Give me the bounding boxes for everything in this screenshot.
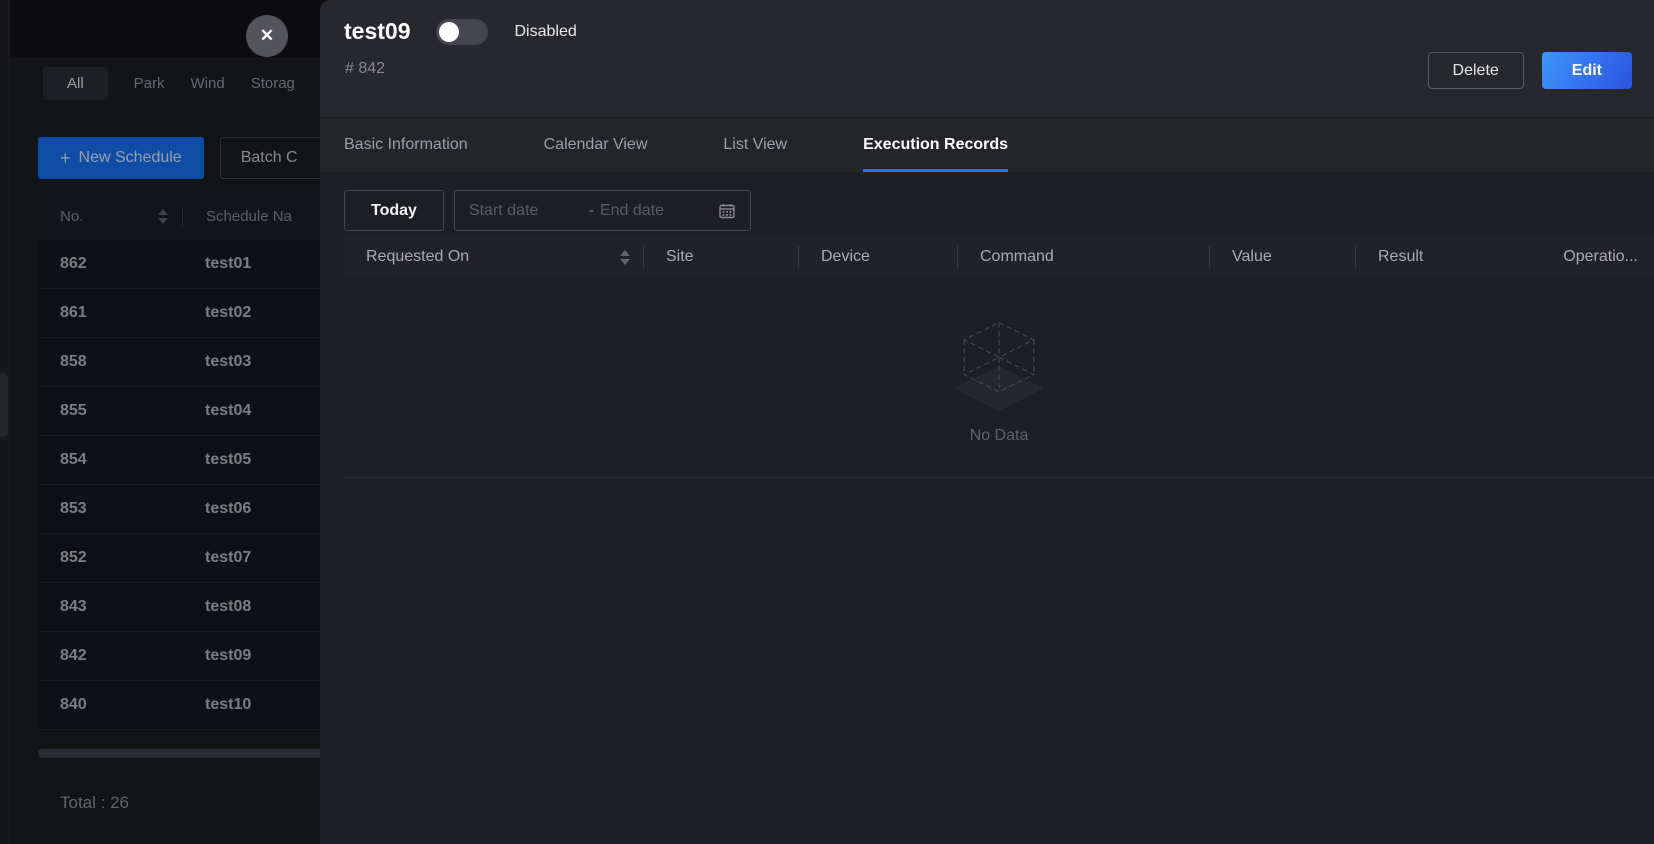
app-screen: All Park Wind Storag + New Schedule Batc… (0, 0, 1654, 844)
empty-box-icon (947, 317, 1051, 413)
column-header-command: Command (958, 237, 1210, 277)
column-header-site: Site (644, 237, 799, 277)
column-header-result: Result (1356, 237, 1520, 277)
date-separator: - (587, 202, 596, 219)
column-label: Command (980, 248, 1054, 266)
toggle-knob (439, 22, 459, 42)
schedule-detail-drawer: test09 Disabled # 842 Delete Edit Basic … (320, 0, 1654, 844)
records-table-header: Requested On Site Device Command (344, 237, 1654, 277)
end-date-input[interactable] (600, 202, 714, 220)
execution-records-panel: Today - (320, 172, 1654, 478)
close-button[interactable]: ✕ (246, 15, 288, 57)
column-label: Value (1232, 248, 1272, 266)
delete-button[interactable]: Delete (1428, 52, 1524, 89)
column-label: Requested On (366, 248, 469, 266)
column-header-operation: Operatio... (1520, 237, 1654, 277)
tab-list-view[interactable]: List View (723, 118, 787, 172)
empty-state: No Data (947, 317, 1051, 445)
tab-execution-records[interactable]: Execution Records (863, 118, 1008, 172)
status-label: Disabled (514, 23, 576, 41)
column-label: Site (666, 248, 694, 266)
edit-button[interactable]: Edit (1542, 52, 1632, 89)
detail-tabs: Basic Information Calendar View List Vie… (320, 117, 1654, 172)
date-range-picker[interactable]: - (454, 190, 751, 231)
column-label: Device (821, 248, 870, 266)
column-header-value: Value (1210, 237, 1356, 277)
start-date-input[interactable] (469, 202, 583, 220)
column-header-requested-on[interactable]: Requested On (344, 237, 644, 277)
today-button[interactable]: Today (344, 190, 444, 231)
calendar-icon (718, 202, 736, 220)
schedule-title: test09 (344, 18, 410, 45)
column-header-device: Device (799, 237, 958, 277)
enable-toggle[interactable] (436, 19, 488, 45)
no-data-label: No Data (947, 427, 1051, 445)
column-label: Operatio... (1563, 248, 1638, 266)
schedule-id: # 842 (345, 60, 385, 78)
drawer-header: test09 Disabled # 842 Delete Edit (320, 0, 1654, 117)
close-icon: ✕ (260, 26, 274, 46)
records-table-body: No Data (344, 277, 1654, 478)
records-filter-row: Today - (344, 190, 1654, 231)
records-table: Requested On Site Device Command (344, 237, 1654, 478)
column-label: Result (1378, 248, 1423, 266)
tab-calendar-view[interactable]: Calendar View (544, 118, 648, 172)
sort-icon[interactable] (620, 250, 630, 265)
tab-basic-information[interactable]: Basic Information (344, 118, 468, 172)
